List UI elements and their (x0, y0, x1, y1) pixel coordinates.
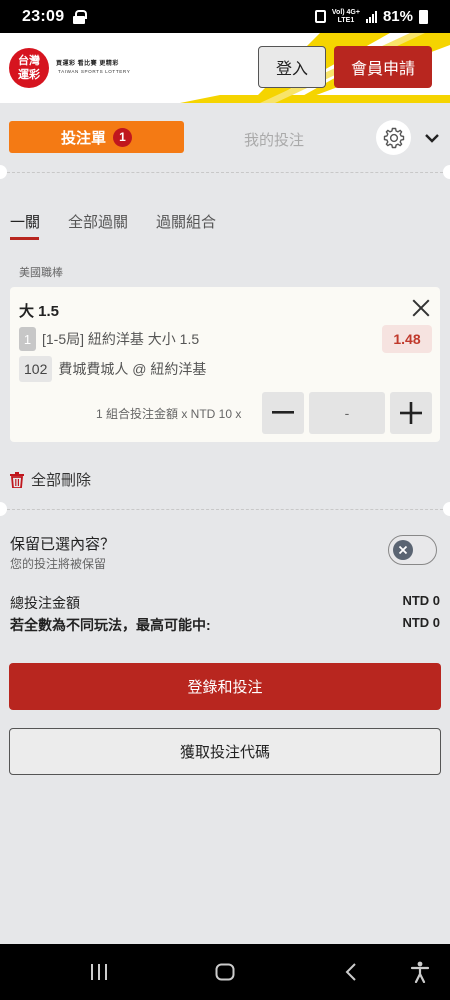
stake-increase-button[interactable] (390, 392, 432, 434)
ticket-notch-left (0, 165, 7, 179)
stake-label: 1 組合投注金額 x NTD 10 x (96, 407, 242, 421)
lock-icon (73, 10, 88, 24)
get-bet-code-button[interactable]: 獲取投注代碼 (9, 728, 441, 775)
login-button[interactable]: 登入 (258, 46, 326, 88)
max-win-label: 若全數為不同玩法，最高可能中: (10, 617, 211, 633)
event-number: 102 (19, 356, 53, 382)
tab-betslip-label: 投注單 (60, 129, 106, 147)
status-bar: 23:09 Vol) 4G+ LTE1 81% (0, 0, 450, 33)
recent-apps-icon[interactable] (89, 961, 109, 983)
event-line: 102 費城費城人 @ 紐約洋基 (19, 356, 206, 382)
network-type: Vol) 4G+ LTE1 (331, 8, 360, 24)
total-stake-row: 總投注金額 NTD 0 (10, 593, 440, 613)
event-text: 費城費城人 @ 紐約洋基 (58, 361, 207, 377)
clock: 23:09 (22, 7, 65, 25)
login-and-bet-button[interactable]: 登錄和投注 (9, 663, 441, 710)
register-button[interactable]: 會員申請 (334, 46, 432, 88)
betslip-count-badge: 1 (113, 127, 132, 147)
odds-value: 1.48 (382, 325, 432, 353)
stake-input[interactable]: - (309, 392, 385, 434)
max-win-value: NTD 0 (402, 615, 440, 630)
betslip-panel: 投注單 1 我的投注 一關 全部過關 過關組合 美國職棒 大 1.5 1 [1-… (0, 111, 450, 944)
max-win-row: 若全數為不同玩法，最高可能中: NTD 0 (10, 615, 440, 635)
delete-all-button[interactable]: 全部刪除 (10, 469, 91, 490)
total-stake-value: NTD 0 (402, 593, 440, 608)
stake-decrease-button[interactable] (262, 392, 304, 434)
ticket-notch-right (443, 502, 450, 516)
settings-gear-icon[interactable] (376, 120, 411, 155)
tab-parlay-combo[interactable]: 過關組合 (156, 211, 216, 232)
selection-title: 大 1.5 (19, 303, 60, 320)
keep-selection-subtitle: 您的投注將被保留 (10, 557, 107, 571)
app-header: 台灣 運彩 買運彩 看比賽 更精彩 TAIWAN SPORTS LOTTERY … (0, 33, 450, 103)
delete-all-label: 全部刪除 (31, 472, 92, 489)
home-icon[interactable] (214, 961, 236, 983)
trash-icon (10, 471, 24, 488)
accessibility-icon[interactable] (408, 961, 432, 983)
toggle-x-icon (393, 540, 413, 560)
market-text: [1-5局] 紐約洋基 大小 1.5 (42, 331, 200, 347)
battery-icon (419, 9, 428, 24)
tab-all-parlay[interactable]: 全部過關 (68, 211, 128, 232)
chevron-down-icon[interactable] (422, 128, 442, 148)
tab-mybets[interactable]: 我的投注 (210, 129, 338, 150)
market-number: 1 (19, 327, 36, 351)
tab-single[interactable]: 一關 (10, 211, 40, 240)
close-icon[interactable] (412, 299, 430, 317)
total-stake-label: 總投注金額 (10, 595, 80, 611)
divider (7, 509, 443, 510)
battery-level: 81% (382, 8, 413, 25)
logo-english: TAIWAN SPORTS LOTTERY (58, 69, 131, 74)
tab-betslip[interactable]: 投注單 1 (9, 121, 184, 153)
keep-selection-title: 保留已選內容？ (10, 536, 116, 553)
keep-selection-toggle[interactable] (388, 535, 437, 565)
ticket-notch-left (0, 502, 7, 516)
logo-tagline: 買運彩 看比賽 更精彩 (56, 61, 119, 67)
divider (7, 172, 443, 173)
screen-record-icon (314, 10, 326, 23)
signal-icon (365, 10, 377, 23)
system-nav-bar (0, 944, 450, 1000)
league-label: 美國職棒 (19, 267, 63, 279)
bet-selection-card: 大 1.5 1 [1-5局] 紐約洋基 大小 1.5 1.48 102 費城費城… (10, 287, 440, 442)
logo: 台灣 運彩 (9, 48, 49, 88)
bet-type-tabs: 一關 全部過關 過關組合 (10, 211, 216, 240)
ticket-notch-right (443, 165, 450, 179)
market-line: 1 [1-5局] 紐約洋基 大小 1.5 (19, 327, 199, 351)
back-icon[interactable] (342, 961, 360, 983)
